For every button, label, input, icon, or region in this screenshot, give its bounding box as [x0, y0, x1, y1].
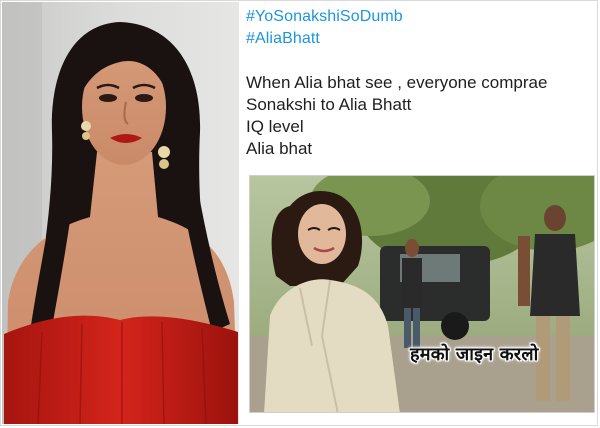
- tweet-line: IQ level: [246, 117, 304, 136]
- hashtag-link[interactable]: #AliaBhatt: [246, 28, 596, 50]
- tweet-body: When Alia bhat see , everyone comprae So…: [246, 72, 596, 160]
- tweet-line: When Alia bhat see , everyone comprae: [246, 73, 548, 92]
- tweet-line: Sonakshi to Alia Bhatt: [246, 95, 412, 114]
- portrait-photo: [2, 2, 239, 424]
- tweet-text-block: #YoSonakshiSoDumb #AliaBhatt When Alia b…: [246, 2, 596, 160]
- meme-photo: हमको जाइन करलो: [249, 175, 595, 413]
- tweet-line: Alia bhat: [246, 139, 313, 158]
- hashtag-link[interactable]: #YoSonakshiSoDumb: [246, 6, 596, 28]
- meme-caption: हमको जाइन करलो: [410, 344, 539, 365]
